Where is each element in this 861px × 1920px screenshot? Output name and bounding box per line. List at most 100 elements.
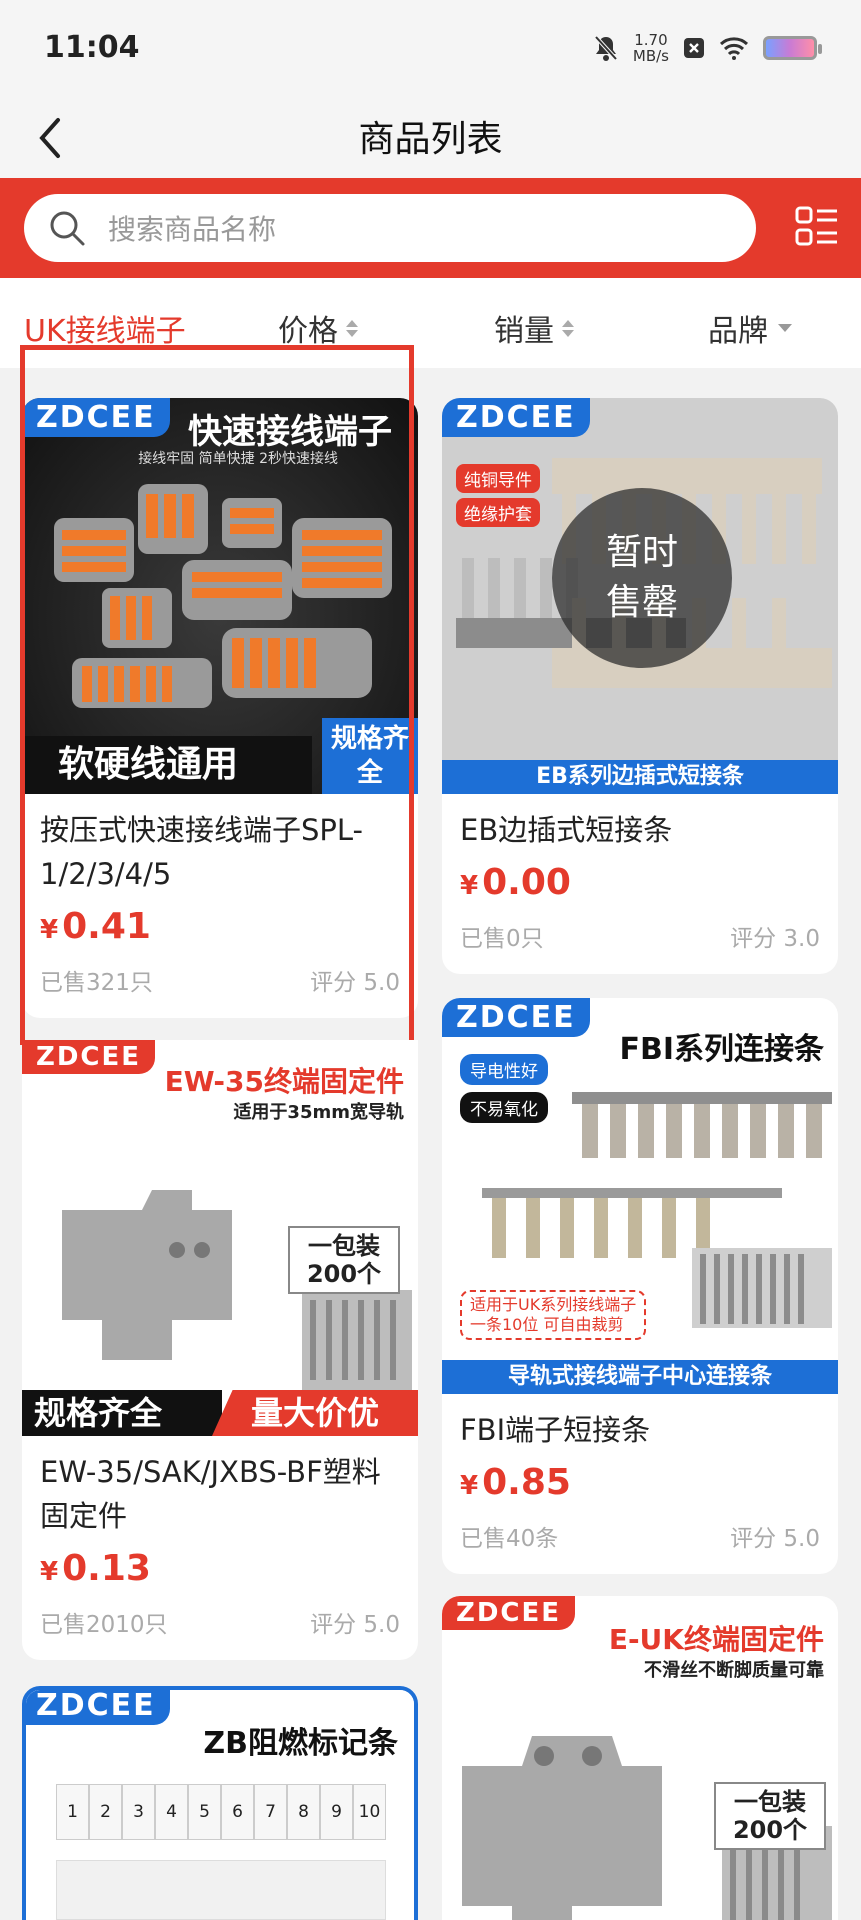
image-subtitle: 接线牢固 简单快捷 2秒快速接线 [138, 451, 338, 467]
image-note: 适用于UK系列接线端子 一条10位 可自由裁剪 [460, 1290, 647, 1340]
sold-out-badge: 暂时 售罄 [552, 488, 732, 668]
brand-logo: ZDCEE [442, 398, 590, 437]
product-card[interactable]: ZDCEE 快速接线端子 接线牢固 简单快捷 2秒快速接线 软硬线通用 规格齐全… [22, 398, 418, 1018]
product-name: EW-35/SAK/JXBS-BF塑料固定件 [40, 1455, 381, 1533]
sold-out-line1: 暂时 [605, 532, 678, 573]
status-icons: 1.70 MB/s [593, 32, 822, 64]
pack-line1: 一包装 [734, 1788, 806, 1816]
product-meta: 已售40条 评分 5.0 [442, 1519, 838, 1553]
rating: 评分 5.0 [310, 970, 400, 996]
product-card[interactable]: ZDCEE ZB阻燃标记条 1 2 3 4 5 6 7 8 9 10 [22, 1686, 418, 1920]
filter-category[interactable]: UK接线端子 [24, 306, 186, 350]
page-title: 商品列表 [358, 119, 503, 160]
rating: 评分 5.0 [310, 1612, 400, 1638]
product-card[interactable]: ZDCEE EW-35终端固定件 适用于35mm宽导轨 一包装 200个 规格齐… [22, 1040, 418, 1660]
marker-cell: 9 [320, 1784, 353, 1840]
price-value: 0.85 [482, 1462, 571, 1503]
currency-symbol: ¥ [460, 1471, 479, 1501]
image-footer: 导轨式接线端子中心连接条 [442, 1360, 838, 1394]
product-image: ZDCEE 纯铜导件 绝缘护套 暂时 售罄 EB系列边插式短接条 [442, 398, 838, 794]
marker-cell: 1 [56, 1784, 89, 1840]
image-subtitle: 适用于35mm宽导轨 [233, 1102, 404, 1123]
product-image: ZDCEE ZB阻燃标记条 1 2 3 4 5 6 7 8 9 10 [26, 1690, 414, 1920]
image-note-line1: 适用于UK系列接线端子 [470, 1295, 637, 1314]
filter-sales[interactable]: 销量 [494, 306, 574, 350]
list-view-toggle-icon[interactable] [795, 206, 839, 250]
product-meta: 已售0只 评分 3.0 [442, 919, 838, 953]
connector-illustration [54, 484, 392, 708]
image-banner-left: 规格齐全 [22, 1390, 222, 1436]
image-banner-right: 规格齐全 [322, 718, 418, 794]
image-subtitle: 不滑丝不断脚质量可靠 [644, 1660, 824, 1681]
speed-value: 1.70 [634, 31, 668, 49]
sold-count: 已售321只 [40, 970, 153, 996]
brand-logo: ZDCEE [442, 1596, 576, 1630]
search-placeholder: 搜索商品名称 [108, 213, 277, 246]
image-footer: EB系列边插式短接条 [442, 760, 838, 794]
rating: 评分 3.0 [730, 926, 820, 952]
product-price: ¥0.13 [22, 1548, 418, 1589]
sold-count: 已售40条 [460, 1526, 559, 1552]
filter-category-label: UK接线端子 [24, 314, 186, 349]
product-image: ZDCEE E-UK终端固定件 不滑丝不断脚质量可靠 一包装 200个 [442, 1596, 838, 1920]
currency-symbol: ¥ [40, 915, 59, 945]
product-card[interactable]: ZDCEE FBI系列连接条 导电性好 不易氧化 适用于UK系列接线端子 一条1… [442, 998, 838, 1574]
product-meta: 已售2010只 评分 5.0 [22, 1605, 418, 1639]
product-name: FBI端子短接条 [460, 1413, 651, 1447]
rating: 评分 5.0 [730, 1526, 820, 1552]
wifi-icon [719, 37, 749, 60]
marker-strip: 1 2 3 4 5 6 7 8 9 10 [56, 1784, 386, 1840]
marker-cell: 2 [89, 1784, 122, 1840]
product-card[interactable]: ZDCEE 纯铜导件 绝缘护套 暂时 售罄 EB系列边插式短接条 EB边插式短接… [442, 398, 838, 974]
mute-bell-icon [594, 35, 618, 61]
dropdown-arrow-icon [778, 324, 792, 332]
network-speed: 1.70 MB/s [633, 32, 669, 64]
marker-cell: 8 [287, 1784, 320, 1840]
pack-label: 一包装 200个 [714, 1782, 826, 1850]
sort-icon [562, 319, 574, 337]
pack-line2: 200个 [732, 1816, 808, 1844]
brand-logo: ZDCEE [22, 398, 170, 437]
brand-logo: ZDCEE [26, 1690, 170, 1725]
close-box-icon [684, 38, 704, 58]
search-icon [50, 211, 85, 246]
image-tag: 纯铜导件 [456, 464, 540, 493]
pack-line1: 一包装 [308, 1232, 380, 1260]
filter-price-label: 价格 [278, 314, 338, 349]
image-banner-right: 量大价优 [212, 1390, 418, 1436]
product-image: ZDCEE EW-35终端固定件 适用于35mm宽导轨 一包装 200个 规格齐… [22, 1040, 418, 1436]
image-title: E-UK终端固定件 [608, 1623, 824, 1656]
image-title: 快速接线端子 [188, 412, 392, 452]
filter-sales-label: 销量 [494, 314, 554, 349]
product-name: 按压式快速接线端子SPL-1/2/3/4/5 [40, 813, 364, 891]
title-bar: 商品列表 [0, 100, 861, 178]
marker-strip-blank [56, 1860, 386, 1920]
pack-label: 一包装 200个 [288, 1226, 400, 1294]
brand-logo: ZDCEE [22, 1040, 156, 1074]
marker-cell: 5 [188, 1784, 221, 1840]
price-value: 0.13 [62, 1548, 151, 1589]
image-title: ZB阻燃标记条 [203, 1726, 398, 1761]
product-price: ¥0.00 [442, 862, 838, 903]
image-tag: 绝缘护套 [456, 498, 540, 527]
product-price: ¥0.85 [442, 1462, 838, 1503]
image-title: EW-35终端固定件 [164, 1065, 404, 1098]
product-price: ¥0.41 [22, 906, 418, 947]
price-value: 0.00 [482, 862, 571, 903]
sold-count: 已售0只 [460, 926, 544, 952]
battery-icon [763, 36, 822, 60]
marker-cell: 6 [221, 1784, 254, 1840]
marker-cell: 4 [155, 1784, 188, 1840]
filter-brand[interactable]: 品牌 [708, 306, 792, 350]
sort-icon [346, 319, 358, 337]
currency-symbol: ¥ [40, 1557, 59, 1587]
marker-cell: 7 [254, 1784, 287, 1840]
status-time: 11:04 [44, 30, 140, 65]
sold-out-line2: 售罄 [605, 582, 678, 623]
search-input[interactable]: 搜索商品名称 [24, 194, 756, 262]
speed-unit: MB/s [632, 47, 669, 65]
product-card[interactable]: ZDCEE E-UK终端固定件 不滑丝不断脚质量可靠 一包装 200个 [442, 1596, 838, 1920]
currency-symbol: ¥ [460, 871, 479, 901]
product-image: ZDCEE 快速接线端子 接线牢固 简单快捷 2秒快速接线 软硬线通用 规格齐全 [22, 398, 418, 794]
filter-price[interactable]: 价格 [278, 306, 358, 350]
